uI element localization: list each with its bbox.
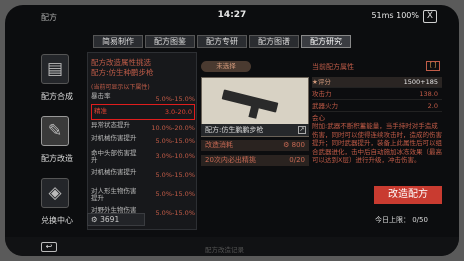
bag-icon: ◈ xyxy=(41,178,69,208)
tab-recipe-research[interactable]: 配方研究 xyxy=(301,35,351,48)
recipe-card-name: 配方:仿生鹏鹏步枪 xyxy=(205,126,264,134)
recipe-name-bar: 配方:仿生鹏鹏步枪 ↗ xyxy=(201,124,309,136)
modify-recipe-button[interactable]: 改造配方 xyxy=(374,186,442,204)
tab-recipe-atlas[interactable]: 配方图谱 xyxy=(249,35,299,48)
sidebar: ▤ 配方合成 ✎ 配方改造 ◈ 兑换中心 xyxy=(30,50,84,235)
status-bar: 配方 14:27 51ms 100% xyxy=(5,5,459,27)
attribute-range: 5.0%-15.0% xyxy=(155,95,195,103)
back-button[interactable]: ↩ xyxy=(41,242,57,252)
cost-value: ⚙ 800 xyxy=(283,141,305,149)
nav-hint: 配方改造记录 xyxy=(205,246,244,254)
attribute-name: 对机械伤害提升 xyxy=(91,168,137,176)
sidebar-item-label: 配方改造 xyxy=(41,154,73,163)
cost-row: 改造消耗 ⚙ 800 xyxy=(201,140,309,151)
score-label: 评分 xyxy=(317,78,331,86)
attack-value: 138.0 xyxy=(419,90,438,98)
attack-label: 攻击力 xyxy=(312,90,332,98)
daily-limit: 今日上限： 0/50 xyxy=(375,216,428,224)
attribute-name: 对人形生物伤害提升 xyxy=(91,187,137,202)
attribute-name: 暴击率 xyxy=(91,92,111,100)
desk-icon: ▤ xyxy=(41,54,69,84)
attribute-range: 5.0%-15.0% xyxy=(155,190,195,198)
attribute-row-selected[interactable]: 精准 3.0-20.0 xyxy=(91,104,195,120)
attribute-row[interactable]: 对人形生物伤害提升 5.0%-15.0% xyxy=(91,186,195,202)
attribute-name: 异常状态提升 xyxy=(91,121,130,129)
currency-amount: 3691 xyxy=(100,215,120,224)
panel-note: (当前可显示以下属性) xyxy=(91,84,150,91)
document-icon: ✎ xyxy=(41,116,69,146)
rifle-magazine xyxy=(248,103,260,119)
recipe-name: 配方:仿生种鹏步枪 xyxy=(91,68,154,77)
screen: 配方 14:27 51ms 100% X 简易制作 配方图鉴 配方专研 配方图谱… xyxy=(5,5,459,256)
attribute-range: 3.0%-10.0% xyxy=(155,152,195,160)
attribute-range: 5.0%-15.0% xyxy=(155,137,195,145)
score-row: ★评分 1500+185 xyxy=(312,77,442,88)
attribute-panel: 配方改造属性挑选 配方:仿生种鹏步枪 (当前可显示以下属性) 暴击率 5.0%-1… xyxy=(87,52,197,230)
attribute-row[interactable]: 对机械伤害提升 5.0%-15.0% xyxy=(91,133,195,149)
attribute-row[interactable]: 对机械伤害提升 5.0%-15.0% xyxy=(91,167,195,183)
pity-counter: 0/20 xyxy=(289,156,305,164)
firepower-value: 2.0 xyxy=(427,102,438,110)
current-attributes-header: 当前配方属性 [ ] xyxy=(312,61,442,72)
effect-description: 附加:武器不断积蓄能量，当手持时对手造成伤害，同时可以使得连续攻击时，造成的伤害… xyxy=(312,122,442,164)
unselected-badge[interactable]: 未选择 xyxy=(201,61,251,72)
recipe-card-area: 未选择 配方:仿生鹏鹏步枪 ↗ 改造消耗 ⚙ 800 20次内必出精挑 0/20 xyxy=(201,61,309,231)
attribute-range: 3.0-20.0 xyxy=(164,108,192,116)
current-attributes-panel: 当前配方属性 [ ] ★评分 1500+185 攻击力 138.0 武器火力 2.0 … xyxy=(312,61,442,231)
gear-icon: ⚙ xyxy=(91,215,98,224)
crit-label: 会心 xyxy=(312,114,325,122)
firepower-row: 武器火力 2.0 xyxy=(312,101,442,112)
attribute-row[interactable]: 命中头部伤害提升 3.0%-10.0% xyxy=(91,148,195,164)
currency-display: ⚙ 3691 xyxy=(87,213,145,226)
cost-label: 改造消耗 xyxy=(205,141,233,149)
firepower-label: 武器火力 xyxy=(312,102,338,110)
attribute-name: 命中头部伤害提升 xyxy=(91,149,137,164)
close-button[interactable]: X xyxy=(423,10,437,23)
attack-row: 攻击力 138.0 xyxy=(312,89,442,100)
current-attributes-title: 当前配方属性 xyxy=(312,63,354,71)
sidebar-item-label: 配方合成 xyxy=(41,92,73,101)
pity-label: 20次内必出精挑 xyxy=(205,156,256,164)
attribute-name: 精准 xyxy=(94,107,107,115)
share-icon[interactable]: ↗ xyxy=(298,126,306,134)
attribute-range: 5.0%-15.0% xyxy=(155,209,195,217)
sidebar-item-label: 兑换中心 xyxy=(41,216,73,225)
attribute-name: 对机械伤害提升 xyxy=(91,134,137,142)
signal-battery: 51ms 100% xyxy=(371,11,419,20)
expand-button[interactable]: [ ] xyxy=(426,61,440,71)
sidebar-item-exchange[interactable]: ◈ 兑换中心 xyxy=(30,174,84,232)
sidebar-item-synthesis[interactable]: ▤ 配方合成 xyxy=(30,50,84,108)
pity-row: 20次内必出精挑 0/20 xyxy=(201,155,309,166)
attribute-range: 5.0%-15.0% xyxy=(155,171,195,179)
sidebar-item-modify[interactable]: ✎ 配方改造 xyxy=(30,112,84,170)
tab-recipe-study[interactable]: 配方专研 xyxy=(197,35,247,48)
tab-simple-craft[interactable]: 简易制作 xyxy=(93,35,143,48)
score-value: 1500+185 xyxy=(403,78,438,86)
attribute-range: 10.0%-20.0% xyxy=(151,124,195,132)
tab-bar: 简易制作 配方图鉴 配方专研 配方图谱 配方研究 xyxy=(93,35,351,48)
tab-recipe-gallery[interactable]: 配方图鉴 xyxy=(145,35,195,48)
